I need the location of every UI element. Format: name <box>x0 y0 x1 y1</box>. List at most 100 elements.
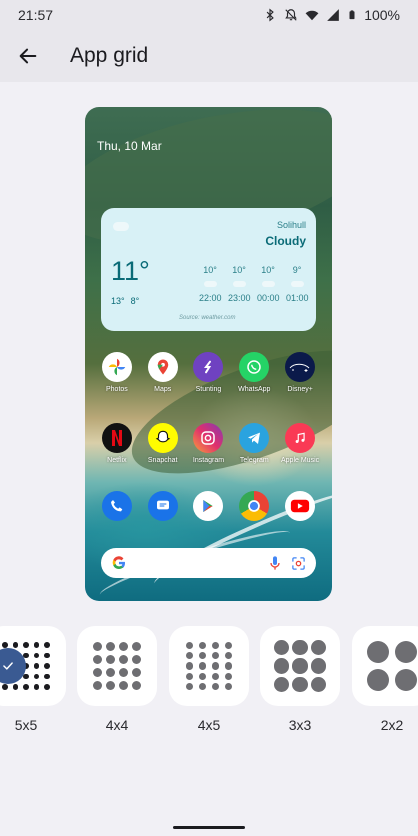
hour-time: 01:00 <box>286 293 309 303</box>
grid-dot <box>105 680 116 691</box>
weather-condition: Cloudy <box>265 234 306 248</box>
grid-dot <box>131 654 142 665</box>
back-button[interactable] <box>0 30 56 82</box>
grid-dot <box>198 641 207 649</box>
whatsapp-icon <box>239 352 270 382</box>
grid-dot <box>224 662 233 670</box>
app-youtube <box>278 491 322 521</box>
status-icons: 100% <box>263 7 400 23</box>
telegram-icon <box>239 423 270 453</box>
hour-temp: 10° <box>232 265 246 275</box>
bell-off-icon <box>285 9 297 21</box>
grid-dot <box>23 673 29 680</box>
signal-icon <box>327 9 340 21</box>
grid-dot <box>185 672 194 681</box>
weather-hour: 10° 23:00 <box>228 265 251 303</box>
grid-option-2x2[interactable]: 2x2 <box>352 626 418 733</box>
photos-icon <box>101 352 132 382</box>
grid-dot <box>198 683 207 691</box>
grid-dot <box>23 642 29 649</box>
app-row: Netflix Snapchat Instagram Telegram Appl… <box>85 423 332 464</box>
grid-preview-2x2 <box>352 626 418 706</box>
grid-dot <box>224 651 233 660</box>
grid-dot <box>292 658 308 674</box>
app-telegram: Telegram <box>232 423 276 464</box>
grid-option-4x4[interactable]: 4x4 <box>77 626 157 733</box>
stunting-icon <box>193 352 224 382</box>
disney-plus-icon <box>285 352 316 382</box>
app-label: Photos <box>105 386 128 393</box>
app-netflix: Netflix <box>95 423 139 464</box>
grid-option-label: 4x4 <box>105 717 129 733</box>
hour-temp: 10° <box>261 265 275 275</box>
app-label: WhatsApp <box>238 386 271 393</box>
grid-dot <box>185 651 194 660</box>
cloud-icon <box>113 222 129 231</box>
grid-dot <box>224 683 233 691</box>
grid-dot <box>211 662 220 670</box>
apple-music-icon <box>285 423 316 453</box>
app-row: Photos Maps Stunting WhatsApp Disney+ <box>85 352 332 393</box>
weather-hour: 10° 00:00 <box>257 265 280 303</box>
grid-option-4x5[interactable]: 4x5 <box>169 626 249 733</box>
search-bar <box>101 548 316 578</box>
app-snapchat: Snapchat <box>141 423 185 464</box>
grid-dot <box>131 667 142 678</box>
battery-percent: 100% <box>364 7 400 23</box>
weather-high-low: 13° 8° <box>111 296 139 306</box>
weather-temp: 11° <box>111 256 150 286</box>
arrow-back-icon <box>19 48 37 64</box>
netflix-icon <box>101 423 132 453</box>
grid-preview-5x5 <box>0 626 66 706</box>
grid-dot <box>394 640 418 664</box>
grid-dot <box>33 642 40 649</box>
app-play-store <box>186 491 230 521</box>
weather-low: 8° <box>130 296 140 306</box>
hour-temp: 9° <box>292 265 302 275</box>
google-g-icon <box>112 556 125 570</box>
grid-dot <box>311 677 327 693</box>
grid-dot <box>311 658 327 674</box>
weather-widget: Solihull Cloudy 11° 13° 8° 10° 22:00 10°… <box>101 208 316 331</box>
weather-source: Source: weather.com <box>179 315 236 321</box>
page-title: App grid <box>70 44 149 67</box>
grid-dot <box>2 683 9 690</box>
cloud-icon <box>232 281 246 287</box>
app-label: Snapchat <box>147 457 178 464</box>
grid-dot <box>185 683 194 691</box>
grid-dot <box>224 672 233 681</box>
app-stunting: Stunting <box>186 352 230 393</box>
grid-dot <box>33 673 40 680</box>
app-maps: Maps <box>141 352 185 393</box>
weather-hour: 9° 01:00 <box>286 265 309 303</box>
grid-option-5x5[interactable]: 5x5 <box>0 626 66 733</box>
grid-option-3x3[interactable]: 3x3 <box>260 626 340 733</box>
grid-dot <box>105 641 116 652</box>
grid-preview-4x5 <box>169 626 249 706</box>
grid-dot <box>211 683 220 691</box>
grid-preview-4x4 <box>77 626 157 706</box>
grid-dot <box>198 672 207 681</box>
grid-dot <box>23 683 29 690</box>
snapchat-icon <box>147 423 178 453</box>
grid-dot <box>92 641 103 652</box>
grid-dot <box>43 663 50 669</box>
play-store-icon <box>193 491 224 521</box>
grid-dot <box>105 654 116 665</box>
grid-dot <box>33 663 40 669</box>
grid-preview-3x3 <box>260 626 340 706</box>
home-screen-preview: Thu, 10 Mar Solihull Cloudy 11° 13° 8° 1… <box>85 107 332 601</box>
grid-dot <box>118 667 129 678</box>
messages-icon <box>147 491 178 521</box>
cloud-icon <box>203 281 217 287</box>
weather-high: 13° <box>111 296 125 306</box>
grid-dot <box>211 672 220 681</box>
gesture-nav-handle[interactable] <box>173 826 245 829</box>
grid-dot <box>311 639 327 655</box>
grid-option-label: 4x5 <box>197 717 221 733</box>
app-messages <box>141 491 185 521</box>
check-icon <box>0 648 26 684</box>
app-label: Netflix <box>107 457 127 464</box>
grid-dot <box>224 641 233 649</box>
app-apple-music: Apple Music <box>278 423 322 464</box>
